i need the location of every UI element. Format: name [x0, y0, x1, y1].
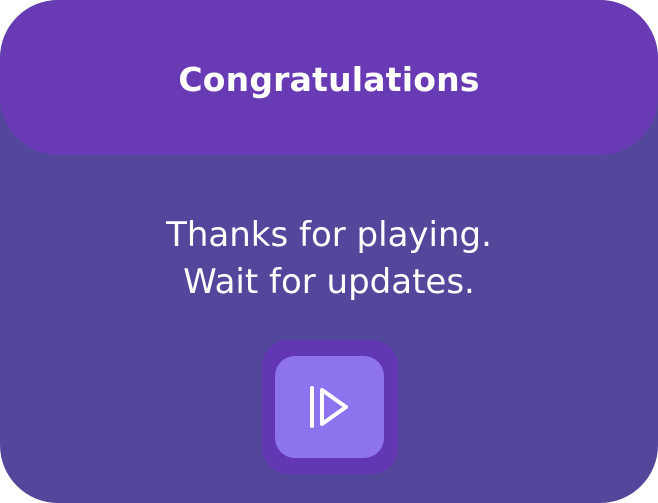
play-button-face[interactable] [275, 356, 384, 458]
play-button[interactable] [262, 340, 398, 474]
message-line-2: Wait for updates. [183, 262, 475, 302]
dialog-header: Congratulations [0, 0, 658, 155]
message-line-1: Thanks for playing. [166, 215, 492, 255]
dialog-title: Congratulations [178, 60, 480, 99]
play-icon [309, 386, 348, 428]
congratulations-dialog: Congratulations Thanks for playing. Wait… [0, 0, 658, 503]
dialog-message: Thanks for playing. Wait for updates. [0, 212, 658, 306]
